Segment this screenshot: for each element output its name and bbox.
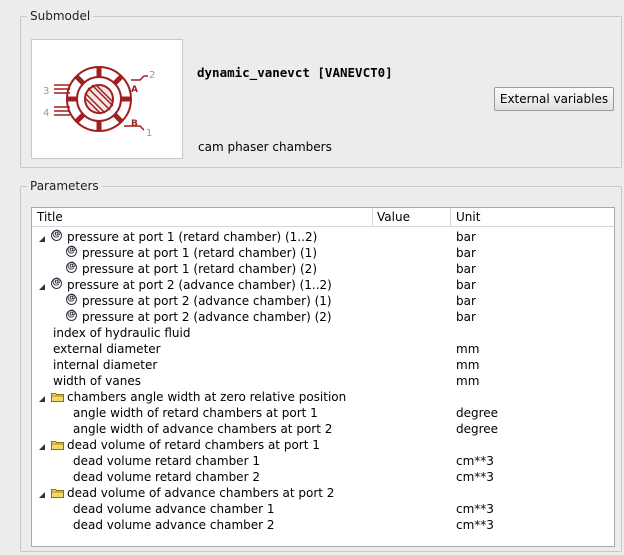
port-3-label: 3 bbox=[43, 86, 49, 97]
parameter-title: external diameter bbox=[53, 342, 161, 356]
parameter-title: angle width of retard chambers at port 1 bbox=[73, 406, 318, 420]
parameter-title: pressure at port 1 (retard chamber) (1..… bbox=[67, 230, 318, 244]
external-variables-button[interactable]: External variables bbox=[494, 87, 614, 111]
parameter-unit: bar bbox=[456, 294, 476, 308]
table-row[interactable]: width of vanes mm bbox=[32, 373, 614, 389]
port-4-label: 4 bbox=[43, 108, 49, 119]
parameter-title: dead volume retard chamber 2 bbox=[73, 470, 260, 484]
parameter-title: pressure at port 1 (retard chamber) (2) bbox=[82, 262, 318, 276]
submodel-group-title: Submodel bbox=[27, 8, 94, 24]
parameter-title: dead volume advance chamber 1 bbox=[73, 502, 275, 516]
parameter-unit: mm bbox=[456, 342, 480, 356]
table-row[interactable]: dead volume of retard chambers at port 1 bbox=[32, 437, 614, 453]
table-row[interactable]: dead volume advance chamber 2 cm**3 bbox=[32, 517, 614, 533]
parameter-unit: degree bbox=[456, 406, 499, 420]
column-header-unit[interactable]: Unit bbox=[456, 210, 480, 224]
parameter-unit: cm**3 bbox=[456, 502, 494, 516]
collapse-arrow-icon[interactable] bbox=[38, 232, 46, 242]
parameter-title: dead volume of retard chambers at port 1 bbox=[67, 438, 320, 452]
submodel-description: cam phaser chambers bbox=[198, 140, 332, 154]
column-header-value[interactable]: Value bbox=[377, 210, 410, 224]
parameters-table[interactable]: Title Value Unit pressure at port 1 (ret… bbox=[31, 207, 615, 547]
table-row[interactable]: index of hydraulic fluid bbox=[32, 325, 614, 341]
parameter-unit: bar bbox=[456, 262, 476, 276]
parameter-element-icon bbox=[66, 261, 77, 273]
parameter-title: internal diameter bbox=[53, 358, 158, 372]
parameter-unit: mm bbox=[456, 358, 480, 372]
parameter-title: angle width of advance chambers at port … bbox=[73, 422, 333, 436]
column-header-title[interactable]: Title bbox=[37, 210, 63, 224]
port-b-label: B bbox=[131, 119, 138, 129]
parameter-unit: bar bbox=[456, 310, 476, 324]
table-row[interactable]: dead volume retard chamber 2 cm**3 bbox=[32, 469, 614, 485]
parameter-title: dead volume of advance chambers at port … bbox=[67, 486, 335, 500]
collapse-arrow-icon[interactable] bbox=[38, 392, 46, 402]
parameter-element-icon bbox=[66, 293, 77, 305]
table-row[interactable]: angle width of retard chambers at port 1… bbox=[32, 405, 614, 421]
port-1-label: 1 bbox=[146, 128, 152, 139]
parameter-title: pressure at port 2 (advance chamber) (1.… bbox=[67, 278, 332, 292]
parameter-unit: cm**3 bbox=[456, 454, 494, 468]
parameter-array-icon bbox=[51, 277, 62, 289]
submodel-name: dynamic_vanevct [VANEVCT0] bbox=[197, 65, 393, 80]
parameter-title: dead volume retard chamber 1 bbox=[73, 454, 260, 468]
collapse-arrow-icon[interactable] bbox=[38, 488, 46, 498]
port-2-label: 2 bbox=[149, 70, 155, 81]
parameters-group: Parameters Title Value Unit pressure at … bbox=[20, 178, 622, 552]
parameter-unit: bar bbox=[456, 278, 476, 292]
column-divider[interactable] bbox=[450, 208, 451, 226]
parameter-unit: degree bbox=[456, 422, 499, 436]
table-row[interactable]: pressure at port 1 (retard chamber) (1) b… bbox=[32, 245, 614, 261]
parameter-title: pressure at port 2 (advance chamber) (1) bbox=[82, 294, 332, 308]
submodel-thumbnail[interactable]: 3 4 2 1 A B bbox=[31, 39, 183, 159]
table-row[interactable]: dead volume advance chamber 1 cm**3 bbox=[32, 501, 614, 517]
folder-icon bbox=[51, 439, 64, 450]
table-row[interactable]: pressure at port 2 (advance chamber) (1)… bbox=[32, 293, 614, 309]
submodel-group: Submodel 3 4 2 1 A B dynamic_vanevct [VA… bbox=[20, 8, 622, 168]
table-row[interactable]: external diameter mm bbox=[32, 341, 614, 357]
port-a-label: A bbox=[131, 85, 138, 95]
parameter-title: pressure at port 2 (advance chamber) (2) bbox=[82, 310, 332, 324]
table-row[interactable]: pressure at port 2 (advance chamber) (1.… bbox=[32, 277, 614, 293]
table-row[interactable]: pressure at port 2 (advance chamber) (2)… bbox=[32, 309, 614, 325]
vane-phaser-icon: 3 4 2 1 A B bbox=[43, 66, 155, 139]
parameter-unit: cm**3 bbox=[456, 518, 494, 532]
table-row[interactable]: angle width of advance chambers at port … bbox=[32, 421, 614, 437]
folder-icon bbox=[51, 391, 64, 402]
parameter-title: dead volume advance chamber 2 bbox=[73, 518, 275, 532]
parameter-unit: cm**3 bbox=[456, 470, 494, 484]
table-row[interactable]: dead volume of advance chambers at port … bbox=[32, 485, 614, 501]
parameter-unit: mm bbox=[456, 374, 480, 388]
column-divider[interactable] bbox=[372, 208, 373, 226]
parameter-title: width of vanes bbox=[53, 374, 141, 388]
table-header: Title Value Unit bbox=[32, 208, 614, 227]
parameter-array-icon bbox=[51, 229, 62, 241]
parameter-element-icon bbox=[66, 309, 77, 321]
parameter-unit: bar bbox=[456, 230, 476, 244]
folder-icon bbox=[51, 487, 64, 498]
parameter-element-icon bbox=[66, 245, 77, 257]
table-row[interactable]: pressure at port 1 (retard chamber) (2) b… bbox=[32, 261, 614, 277]
parameter-title: chambers angle width at zero relative po… bbox=[67, 390, 347, 404]
table-row[interactable]: internal diameter mm bbox=[32, 357, 614, 373]
table-row[interactable]: dead volume retard chamber 1 cm**3 bbox=[32, 453, 614, 469]
parameters-group-title: Parameters bbox=[27, 178, 102, 194]
parameter-unit: bar bbox=[456, 246, 476, 260]
table-row[interactable]: pressure at port 1 (retard chamber) (1..… bbox=[32, 229, 614, 245]
parameter-title: index of hydraulic fluid bbox=[53, 326, 191, 340]
parameter-title: pressure at port 1 (retard chamber) (1) bbox=[82, 246, 318, 260]
table-row[interactable]: chambers angle width at zero relative po… bbox=[32, 389, 614, 405]
collapse-arrow-icon[interactable] bbox=[38, 280, 46, 290]
collapse-arrow-icon[interactable] bbox=[38, 440, 46, 450]
